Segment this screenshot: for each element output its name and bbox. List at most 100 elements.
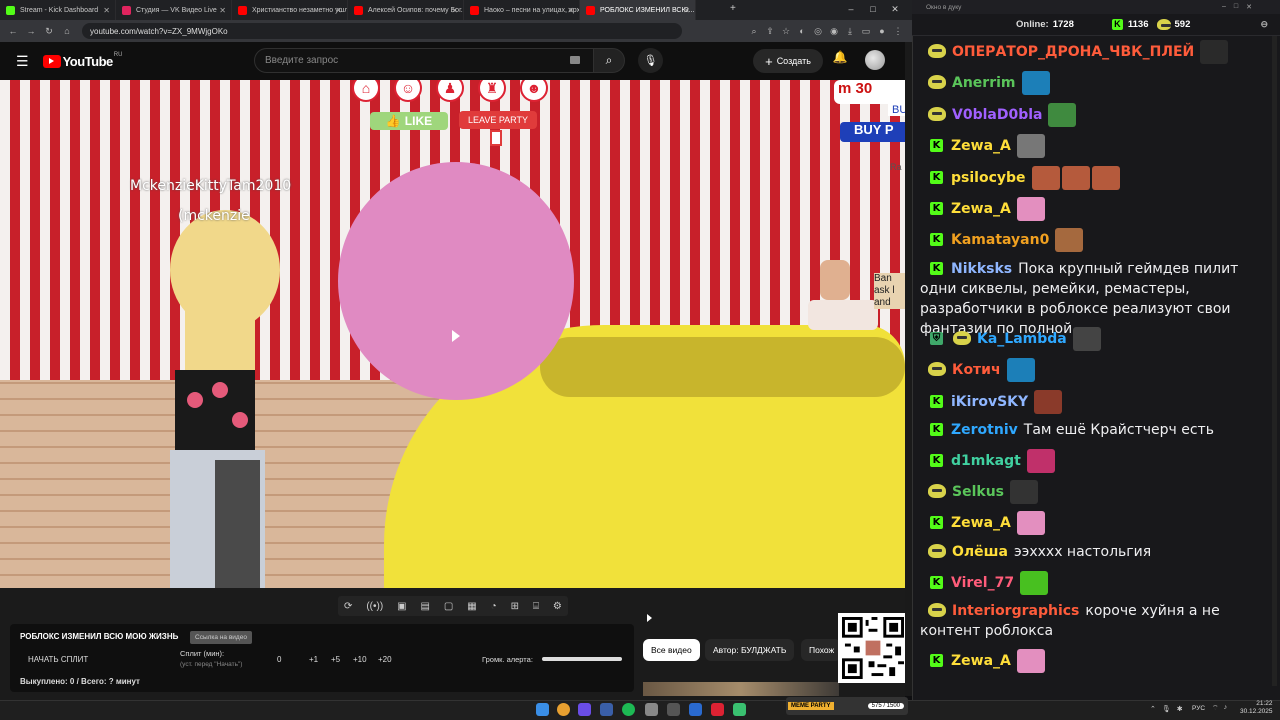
app-icon[interactable] — [733, 703, 746, 716]
video-player[interactable]: MckenzieKittyTam2010 (mckenzie ⌂ ☺ ♟ ♜ ☻… — [0, 80, 905, 588]
browser-icon[interactable] — [711, 703, 724, 716]
windows-start-icon[interactable] — [536, 703, 549, 716]
filter-author[interactable]: Автор: БУЛДЖАТЬ — [705, 639, 795, 661]
split-value-0[interactable]: 0 — [277, 655, 281, 664]
create-button[interactable]: + Создать — [753, 49, 823, 73]
chat-scrollbar[interactable] — [1272, 36, 1277, 686]
screenshot-icon[interactable]: ⌸ — [533, 601, 539, 612]
input-language[interactable]: РУС — [1192, 705, 1205, 712]
browser-tab[interactable]: Stream - Kick Dashboard ✕ — [0, 0, 116, 20]
maximize-icon[interactable]: □ — [862, 4, 884, 15]
keyboard-icon[interactable] — [570, 56, 580, 64]
bookmark-star-icon[interactable]: ☆ — [778, 26, 794, 37]
split-plus-20-button[interactable]: +20 — [378, 655, 392, 664]
chat-username[interactable]: V0blaD0bla — [952, 107, 1042, 123]
alert-volume-slider[interactable] — [542, 657, 622, 661]
close-icon[interactable]: ✕ — [1246, 3, 1252, 11]
chat-username[interactable]: Interiorgraphics — [952, 603, 1079, 619]
add-icon[interactable]: ⊞ — [511, 601, 519, 612]
extension-icon[interactable]: ◉ — [826, 26, 842, 37]
volume-icon[interactable]: ♪ — [1224, 704, 1228, 713]
chat-username[interactable]: Ka_Lambda — [977, 331, 1067, 347]
settings-gear-icon[interactable]: ⚙ — [553, 601, 562, 612]
back-icon[interactable]: ← — [4, 26, 22, 36]
chat-username[interactable]: Zewa_A — [951, 138, 1011, 154]
url-field[interactable]: youtube.com/watch?v=ZX_9MWjgOKo — [82, 23, 682, 39]
tab-close-icon[interactable]: ✕ — [335, 6, 342, 15]
split-plus-5-button[interactable]: +5 — [331, 655, 340, 664]
spotify-icon[interactable] — [622, 703, 635, 716]
menu-kebab-icon[interactable]: ⋮ — [890, 26, 906, 37]
chat-username[interactable]: Zewa_A — [951, 653, 1011, 669]
tab-close-icon[interactable]: ✕ — [567, 6, 574, 15]
chat-username[interactable]: Zewa_A — [951, 515, 1011, 531]
chat-settings-icon[interactable]: ⊖ — [1260, 19, 1268, 30]
app-icon[interactable] — [645, 703, 658, 716]
obs-icon[interactable] — [667, 703, 680, 716]
browser-tab[interactable]: Алексей Осипов: почему Бог... ✕ — [348, 0, 464, 20]
bluetooth-icon[interactable]: ✱ — [1177, 705, 1183, 713]
minimize-icon[interactable]: – — [840, 4, 862, 15]
video-link-badge[interactable]: Ссылка на видео — [190, 631, 252, 644]
chat-username[interactable]: Nikksks — [951, 261, 1012, 277]
broadcast-icon[interactable]: ((•)) — [366, 601, 383, 612]
search-input[interactable]: Введите запрос — [254, 48, 594, 73]
start-split-button[interactable]: НАЧАТЬ СПЛИТ — [28, 655, 88, 664]
chat-username[interactable]: ОПЕРАТОР_ДРОНА_ЧВК_ПЛЕЙ — [952, 44, 1194, 60]
split-plus-1-button[interactable]: +1 — [309, 655, 318, 664]
tab-close-icon[interactable]: ✕ — [219, 6, 226, 15]
tab-close-icon[interactable]: ✕ — [683, 6, 690, 15]
chat-username[interactable]: Selkus — [952, 484, 1004, 500]
chat-username[interactable]: Олёша — [952, 544, 1008, 560]
hamburger-menu-icon[interactable]: ☰ — [16, 53, 29, 70]
filter-similar[interactable]: Похож — [801, 639, 841, 661]
browser-tab[interactable]: Студия — VK Видео Live ✕ — [116, 0, 232, 20]
maximize-icon[interactable]: □ — [1234, 3, 1238, 11]
page-scrollbar[interactable] — [905, 42, 912, 696]
tab-close-icon[interactable]: ✕ — [451, 6, 458, 15]
chat-username[interactable]: iKirovSKY — [951, 394, 1028, 410]
download-icon[interactable]: ⤓ — [842, 26, 858, 37]
filter-all-videos[interactable]: Все видео — [643, 639, 700, 661]
browser-tab[interactable]: РОБЛОКС ИЗМЕНИЛ ВСЮ... ✕ — [580, 0, 696, 20]
tray-arrow-icon[interactable]: ⌃ — [1150, 705, 1156, 713]
chat-username[interactable]: Котич — [952, 362, 1001, 378]
profile-icon[interactable]: ● — [874, 26, 890, 36]
loop-icon[interactable]: ⟳ — [344, 601, 352, 612]
chat-username[interactable]: Virel_77 — [951, 575, 1014, 591]
avatar[interactable] — [865, 50, 885, 70]
extension-icon[interactable]: ◎ — [810, 26, 826, 37]
steam-icon[interactable] — [600, 703, 613, 716]
chrome-icon[interactable] — [557, 703, 570, 716]
home-icon[interactable]: ⌂ — [58, 26, 76, 36]
search-button[interactable]: ⌕ — [593, 48, 625, 73]
recommended-thumbnail[interactable] — [643, 682, 839, 696]
forward-icon[interactable]: → — [22, 26, 40, 36]
extension-icon[interactable]: ◐ — [794, 26, 810, 36]
tab-close-icon[interactable]: ✕ — [103, 6, 110, 15]
browser-tab[interactable]: Христианство незаметно ушло... ✕ — [232, 0, 348, 20]
screen-icon[interactable]: ▢ — [444, 601, 453, 612]
discord-icon[interactable] — [578, 703, 591, 716]
youtube-logo[interactable]: YouTube RU — [42, 52, 122, 69]
vpn-icon[interactable] — [689, 703, 702, 716]
notifications-bell-icon[interactable]: 🔔 — [830, 50, 850, 70]
share-icon[interactable]: ⇪ — [762, 26, 778, 37]
cast-icon[interactable]: ▣ — [397, 601, 406, 612]
chat-username[interactable]: d1mkagt — [951, 453, 1021, 469]
minimize-icon[interactable]: – — [1222, 3, 1226, 11]
chat-username[interactable]: psilocybe — [951, 170, 1026, 186]
search-page-icon[interactable]: ⌕ — [746, 26, 762, 37]
chat-username[interactable]: Anerrim — [952, 75, 1016, 91]
chat-username[interactable]: Zerotniv — [951, 422, 1018, 438]
split-plus-10-button[interactable]: +10 — [353, 655, 367, 664]
close-icon[interactable]: ✕ — [884, 4, 906, 15]
speed-icon[interactable]: ◔ — [491, 601, 497, 612]
frames-icon[interactable]: ▤ — [420, 601, 429, 612]
browser-tab[interactable]: Наоко – песни на улицах, арх... ✕ — [464, 0, 580, 20]
system-clock[interactable]: 21:22 30.12.2025 — [1240, 700, 1273, 716]
chat-username[interactable]: Kamatayan0 — [951, 232, 1049, 248]
clip-icon[interactable]: ▦ — [467, 601, 476, 612]
mic-icon[interactable]: 🎙 — [1162, 705, 1171, 713]
wifi-icon[interactable]: ⌔ — [1212, 704, 1219, 713]
